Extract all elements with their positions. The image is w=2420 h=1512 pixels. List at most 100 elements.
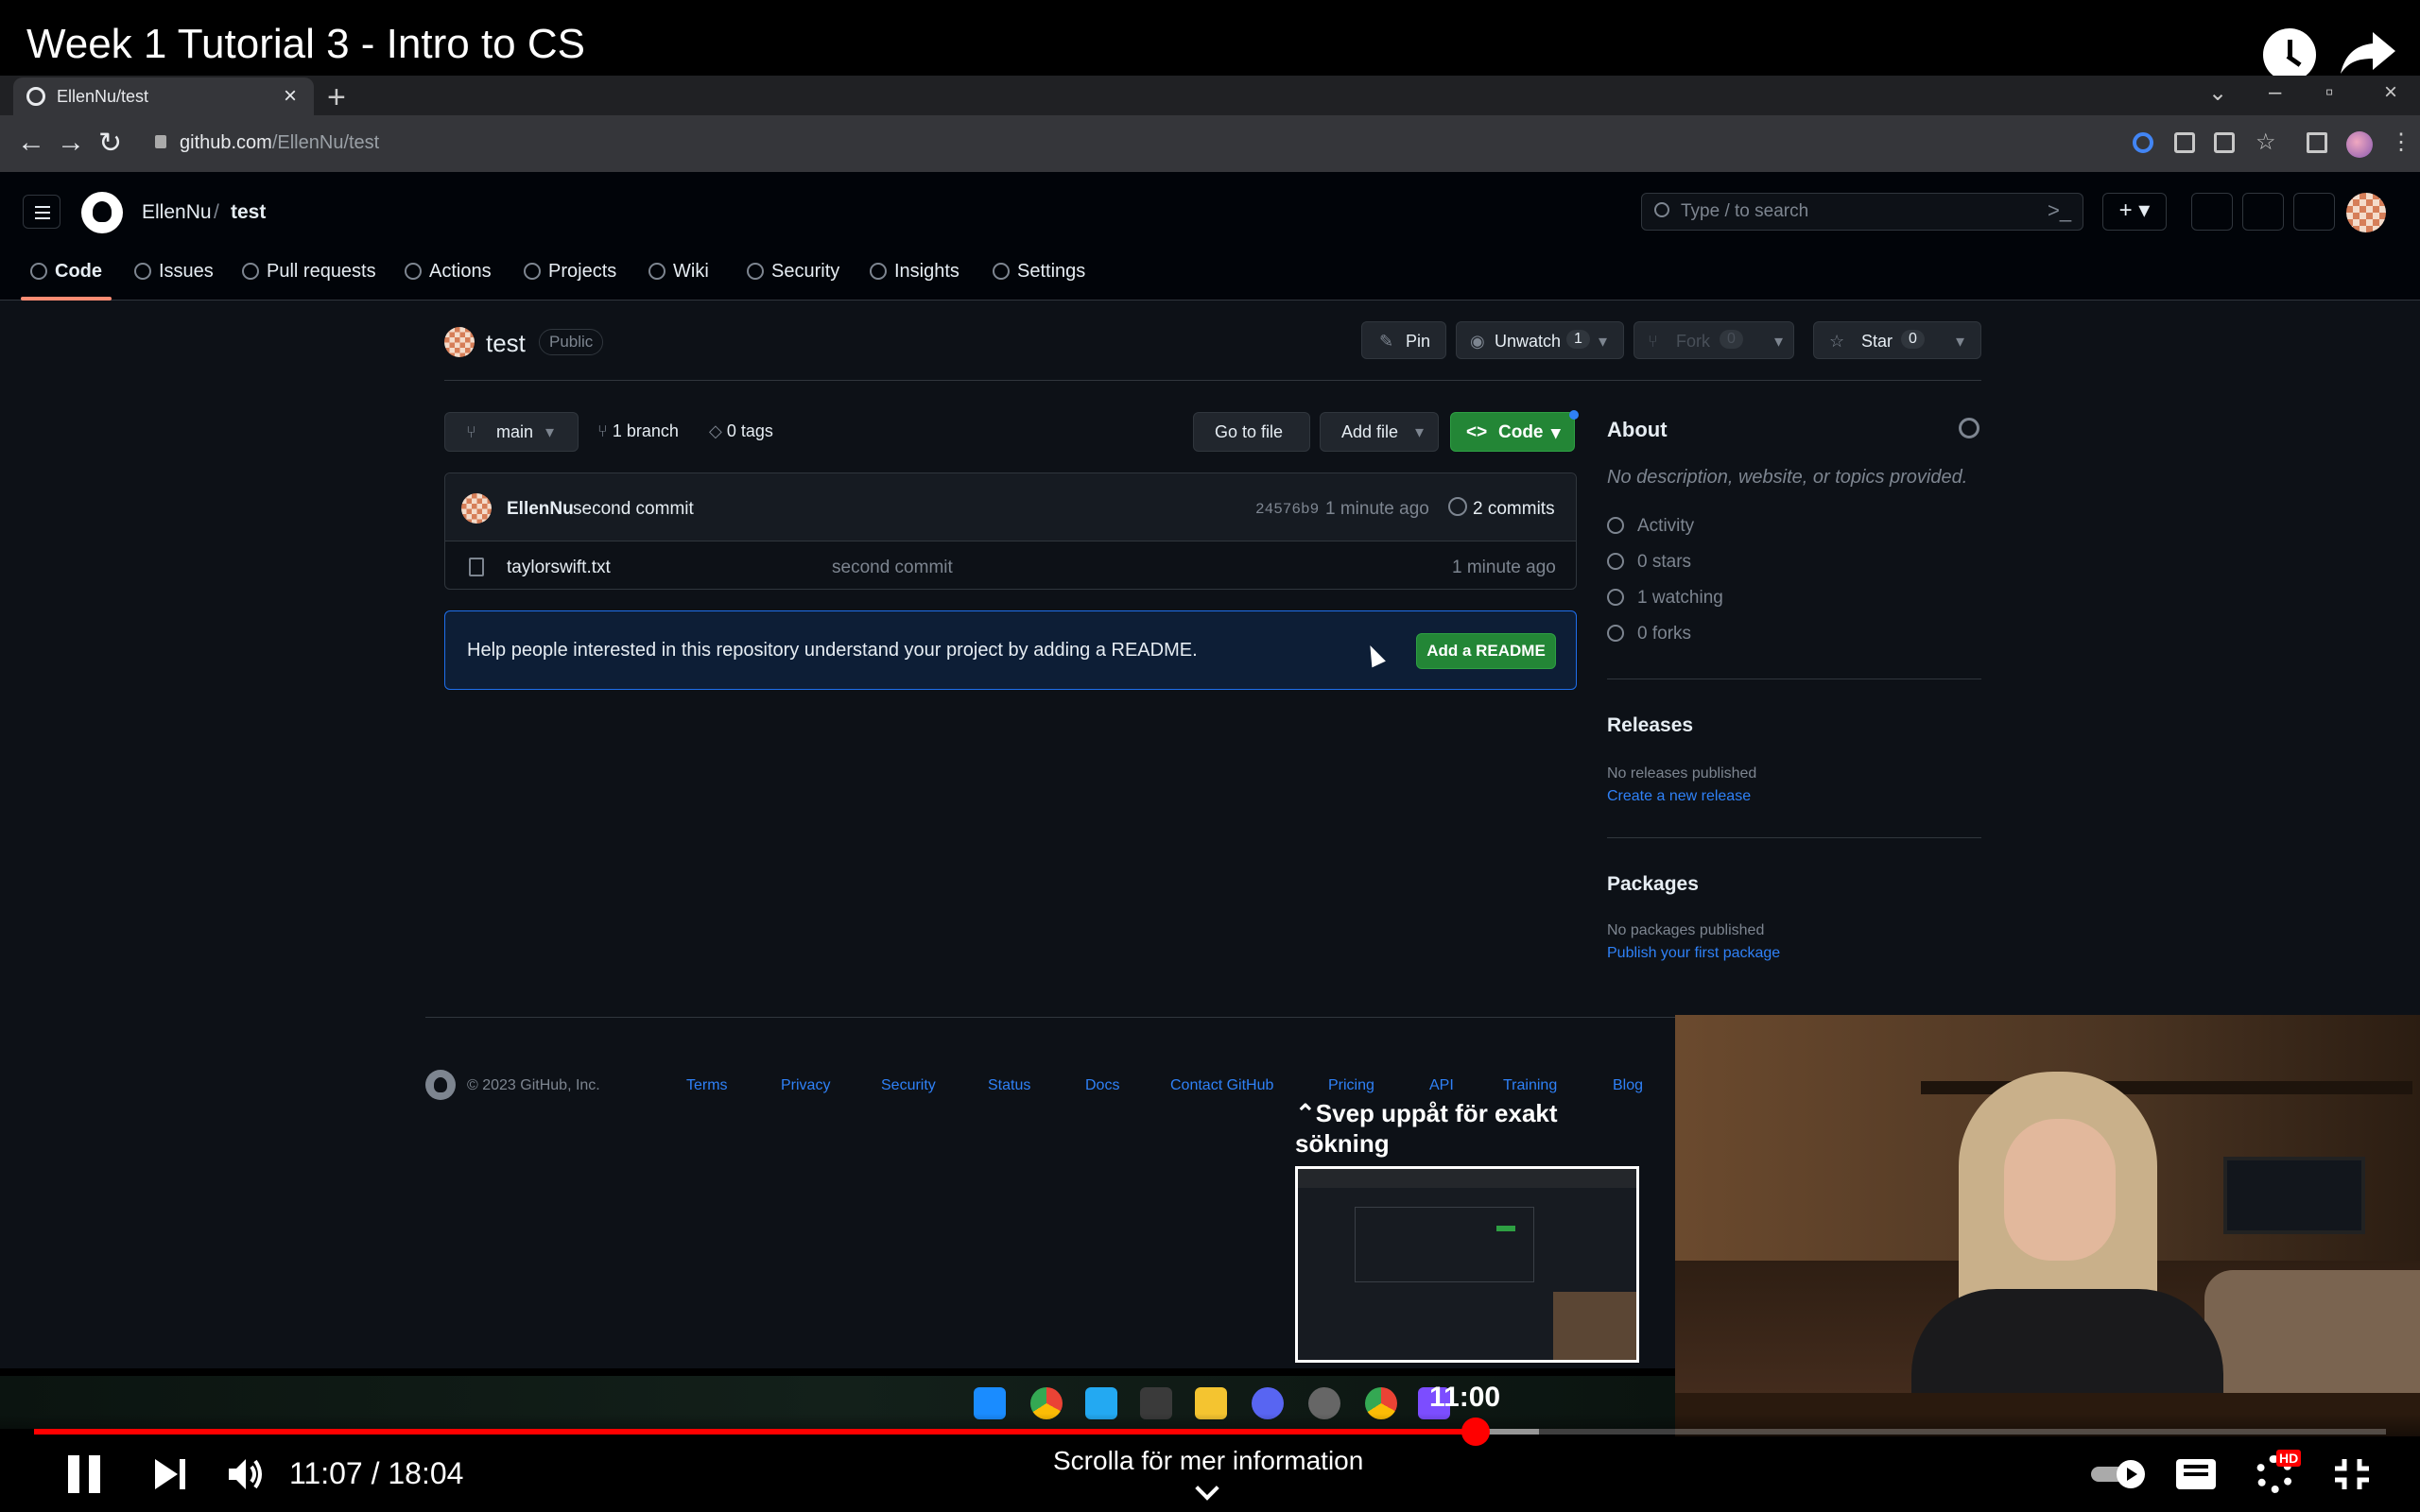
- pull-requests-icon[interactable]: [2242, 193, 2284, 231]
- browser-profile-avatar[interactable]: [2346, 131, 2373, 158]
- go-to-file-button[interactable]: Go to file: [1193, 412, 1310, 452]
- reload-icon[interactable]: ↻: [98, 127, 122, 160]
- dropdown-caret-icon: ▾: [1956, 332, 1965, 351]
- pull-request-icon: [242, 263, 259, 280]
- minimize-icon[interactable]: –: [2269, 79, 2281, 106]
- footer-link-api[interactable]: API: [1429, 1077, 1454, 1094]
- github-logo-icon[interactable]: [81, 192, 123, 233]
- seek-hint: ⌃Svep uppåt för exakt sökning: [1295, 1099, 1558, 1158]
- bookmark-star-icon[interactable]: ☆: [2256, 131, 2276, 154]
- progress-scrubber[interactable]: [1461, 1418, 1491, 1446]
- footer-link-contact[interactable]: Contact GitHub: [1170, 1077, 1273, 1094]
- create-release-link[interactable]: Create a new release: [1607, 788, 1751, 805]
- visibility-badge: Public: [539, 329, 604, 355]
- google-lens-icon[interactable]: [2133, 132, 2153, 153]
- breadcrumb-owner[interactable]: EllenNu: [142, 201, 212, 224]
- tab-close-icon[interactable]: ×: [284, 83, 297, 110]
- create-new-plus-icon[interactable]: + ▾: [2102, 193, 2167, 231]
- about-heading: About: [1607, 418, 1668, 441]
- command-palette-icon[interactable]: >_: [2048, 198, 2071, 223]
- activity-link[interactable]: Activity: [1607, 516, 1694, 537]
- footer-link-terms[interactable]: Terms: [686, 1077, 728, 1094]
- breadcrumb-repo[interactable]: test: [231, 201, 266, 224]
- share-page-icon[interactable]: [2214, 132, 2235, 153]
- branch-select[interactable]: ⑂ main ▾: [444, 412, 579, 452]
- autoplay-toggle[interactable]: [2089, 1459, 2148, 1489]
- install-app-icon[interactable]: [2174, 132, 2195, 153]
- commit-message[interactable]: second commit: [573, 499, 694, 520]
- window-close-icon[interactable]: ×: [2384, 79, 2397, 106]
- exit-fullscreen-icon[interactable]: [2333, 1457, 2371, 1491]
- commit-sha[interactable]: 24576b9: [1255, 501, 1319, 518]
- tab-search-chevron-icon[interactable]: ⌄: [2208, 79, 2227, 107]
- restore-icon[interactable]: ▫: [2325, 79, 2334, 106]
- commits-link[interactable]: 2 commits: [1473, 499, 1555, 520]
- url-host: github.com: [180, 132, 272, 153]
- fork-icon: ⑂: [1648, 332, 1658, 351]
- eye-icon: [1607, 589, 1624, 606]
- packages-heading[interactable]: Packages: [1607, 873, 1699, 896]
- file-commit-message[interactable]: second commit: [832, 558, 953, 578]
- back-arrow-icon[interactable]: ←: [17, 127, 45, 159]
- footer-link-privacy[interactable]: Privacy: [781, 1077, 830, 1094]
- video-player[interactable]: Week 1 Tutorial 3 - Intro to CS EllenNu/…: [0, 0, 2420, 1512]
- next-video-icon[interactable]: [153, 1457, 187, 1491]
- watchers-link[interactable]: 1 watching: [1607, 588, 1723, 609]
- tab-insights[interactable]: Insights: [870, 261, 959, 283]
- volume-icon[interactable]: [227, 1455, 265, 1493]
- tab-wiki[interactable]: Wiki: [648, 261, 709, 283]
- watch-later-clock-icon[interactable]: [2263, 28, 2316, 81]
- user-avatar[interactable]: [2346, 193, 2386, 232]
- code-dropdown-button[interactable]: <> Code ▾: [1450, 412, 1575, 452]
- tab-projects[interactable]: Projects: [524, 261, 616, 283]
- forward-arrow-icon[interactable]: →: [57, 127, 85, 159]
- history-clock-icon: [1448, 497, 1467, 516]
- readme-prompt-text: Help people interested in this repositor…: [467, 640, 1198, 661]
- add-readme-button[interactable]: Add a README: [1416, 633, 1556, 669]
- inbox-icon[interactable]: [2293, 193, 2335, 231]
- pin-button[interactable]: ✎ Pin: [1361, 321, 1446, 359]
- tab-pull-requests[interactable]: Pull requests: [242, 261, 376, 283]
- footer-link-status[interactable]: Status: [988, 1077, 1030, 1094]
- packages-empty: No packages published: [1607, 922, 1765, 938]
- forks-link[interactable]: 0 forks: [1607, 624, 1691, 644]
- hamburger-menu-icon[interactable]: [23, 195, 60, 229]
- stars-link[interactable]: 0 stars: [1607, 552, 1691, 573]
- lock-icon[interactable]: [155, 135, 166, 148]
- kebab-menu-icon[interactable]: ⋮: [2390, 131, 2412, 154]
- address-bar[interactable]: [138, 125, 2123, 163]
- issues-icon[interactable]: [2191, 193, 2233, 231]
- tab-actions[interactable]: Actions: [405, 261, 492, 283]
- footer-link-docs[interactable]: Docs: [1085, 1077, 1119, 1094]
- github-footer-logo-icon[interactable]: [425, 1070, 456, 1100]
- share-arrow-icon[interactable]: [2339, 28, 2397, 77]
- side-panel-icon[interactable]: [2307, 132, 2327, 153]
- repo-title[interactable]: test: [486, 329, 526, 358]
- pulse-icon: [1607, 517, 1624, 534]
- footer-link-pricing[interactable]: Pricing: [1328, 1077, 1374, 1094]
- releases-heading[interactable]: Releases: [1607, 714, 1693, 737]
- pause-icon[interactable]: [68, 1455, 102, 1493]
- unwatch-button[interactable]: ◉ Unwatch 1 ▾: [1456, 321, 1624, 359]
- tab-settings[interactable]: Settings: [993, 261, 1085, 283]
- pin-icon: ✎: [1379, 332, 1394, 351]
- fork-button[interactable]: ⑂ Fork 0 ▾: [1634, 321, 1794, 359]
- commit-author[interactable]: EllenNu: [507, 499, 574, 520]
- publish-package-link[interactable]: Publish your first package: [1607, 945, 1780, 962]
- tags-link[interactable]: ◇ 0 tags: [709, 421, 773, 441]
- subtitles-icon[interactable]: [2176, 1459, 2216, 1489]
- scroll-hint[interactable]: Scrolla för mer information: [1053, 1446, 1363, 1476]
- tab-issues[interactable]: Issues: [134, 261, 214, 283]
- footer-link-security[interactable]: Security: [881, 1077, 936, 1094]
- footer-link-training[interactable]: Training: [1503, 1077, 1557, 1094]
- new-tab-icon[interactable]: +: [327, 79, 346, 116]
- gear-icon[interactable]: [1959, 418, 1979, 438]
- commit-author-avatar[interactable]: [461, 493, 492, 524]
- branches-link[interactable]: ⑂ 1 branch: [597, 421, 679, 441]
- footer-link-blog[interactable]: Blog: [1613, 1077, 1643, 1094]
- tab-code[interactable]: Code: [30, 261, 102, 283]
- tab-security[interactable]: Security: [747, 261, 839, 283]
- add-file-button[interactable]: Add file ▾: [1320, 412, 1439, 452]
- star-button[interactable]: ☆ Star 0 ▾: [1813, 321, 1981, 359]
- file-name[interactable]: taylorswift.txt: [507, 558, 611, 578]
